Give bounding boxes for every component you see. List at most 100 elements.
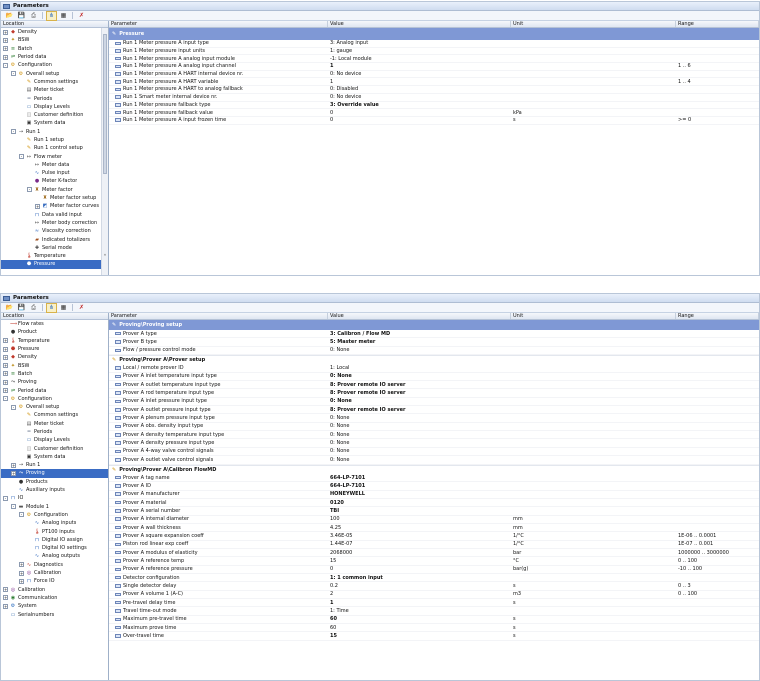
parameter-row[interactable]: Prover A inlet temperature input type 0: … bbox=[109, 373, 759, 382]
tree-item[interactable]: ● Meter K-factor bbox=[1, 177, 108, 185]
expand-icon[interactable]: + bbox=[3, 379, 8, 385]
tree-item[interactable]: ▭ Serialnumbers bbox=[1, 610, 108, 618]
tree-item[interactable]: ∿ Pulse input bbox=[1, 169, 108, 177]
parameter-value[interactable]: 0: No device bbox=[328, 94, 511, 100]
col-parameter[interactable]: Parameter bbox=[109, 313, 328, 319]
parameter-value[interactable]: 3.46E-05 bbox=[328, 533, 511, 539]
tree-item[interactable]: + ⇌ Period data bbox=[1, 53, 108, 61]
parameter-value[interactable]: 664-LP-7101 bbox=[328, 475, 511, 481]
print-button[interactable]: ⎙ bbox=[28, 303, 39, 313]
tree-item[interactable]: ♜ Meter factor setup bbox=[1, 194, 108, 202]
tree-item[interactable]: - ⚙ Configuration bbox=[1, 61, 108, 69]
tree-button[interactable]: ⋔ bbox=[46, 10, 57, 21]
parameter-value[interactable]: 0: None bbox=[328, 448, 511, 454]
tree-item[interactable]: ✎ Common settings bbox=[1, 78, 108, 86]
expand-icon[interactable]: + bbox=[3, 29, 8, 35]
parameter-value[interactable]: 4.25 bbox=[328, 525, 511, 531]
parameter-value[interactable]: TBI bbox=[328, 508, 511, 514]
tree-item[interactable]: - ♜ Meter factor bbox=[1, 186, 108, 194]
tree-item[interactable]: - ⚙ Overall setup bbox=[1, 403, 108, 411]
parameter-row[interactable]: Prover A type 3: Calibron / Flow MD bbox=[109, 330, 759, 339]
parameter-row[interactable]: Run 1 Meter pressure A HART variable 1 1 .… bbox=[109, 78, 759, 87]
parameter-row[interactable]: Run 1 Smart meter internal device nr. 0: … bbox=[109, 94, 759, 102]
tree-item[interactable]: ≈ Viscosity correction bbox=[1, 227, 108, 235]
parameter-value[interactable]: 15 bbox=[328, 558, 511, 564]
parameter-value[interactable]: 1 bbox=[328, 79, 511, 85]
filter-button[interactable]: ✗ bbox=[76, 11, 87, 21]
col-value[interactable]: Value bbox=[328, 21, 511, 27]
parameter-row[interactable]: Prover A ID 664-LP-7101 bbox=[109, 482, 759, 491]
print-button[interactable]: ⎙ bbox=[28, 11, 39, 21]
expand-icon[interactable]: + bbox=[19, 562, 24, 568]
tree-item[interactable]: + ◎ Calibration bbox=[1, 569, 108, 577]
tree-item[interactable]: ▭ Display Levels bbox=[1, 103, 108, 111]
tree-item[interactable]: ▣ System data bbox=[1, 119, 108, 127]
parameter-value[interactable]: 100 bbox=[328, 516, 511, 522]
tree-item[interactable]: ◫ Customer definition bbox=[1, 444, 108, 452]
grid-button[interactable]: ▦ bbox=[58, 303, 69, 313]
tree-item[interactable]: + ⇌ Period data bbox=[1, 386, 108, 394]
tree-item[interactable]: + ◎ Calibration bbox=[1, 586, 108, 594]
tree-item[interactable]: ◫ Customer definition bbox=[1, 111, 108, 119]
parameter-row[interactable]: Run 1 Meter pressure A analog input chan… bbox=[109, 63, 759, 71]
scroll-down-icon[interactable]: « bbox=[102, 252, 108, 257]
tree-item[interactable]: ✎ Run 1 control setup bbox=[1, 144, 108, 152]
parameter-value[interactable]: 0 bbox=[328, 110, 511, 116]
col-parameter[interactable]: Parameter bbox=[109, 21, 328, 27]
grid-section-header[interactable]: ✎ Pressure bbox=[109, 28, 759, 40]
tree-item[interactable]: ↦ Meter body correction bbox=[1, 219, 108, 227]
save-button[interactable]: 💾 bbox=[16, 11, 27, 21]
parameter-row[interactable]: Prover A outlet temperature input type 8:… bbox=[109, 381, 759, 390]
parameter-row[interactable]: Run 1 Meter pressure fallback type 3: Ove… bbox=[109, 102, 759, 110]
tree-item[interactable]: - ▬ Module 1 bbox=[1, 503, 108, 511]
parameter-row[interactable]: Local / remote prover ID 1: Local bbox=[109, 364, 759, 373]
tree-item[interactable]: + ⬣ Pressure bbox=[1, 345, 108, 353]
grid-button[interactable]: ▦ bbox=[58, 11, 69, 21]
tree-item[interactable]: + ✦ BSW bbox=[1, 36, 108, 44]
expand-icon[interactable]: + bbox=[3, 54, 8, 60]
collapse-icon[interactable]: - bbox=[11, 71, 16, 77]
parameter-row[interactable]: Travel time-out mode 1: Time bbox=[109, 607, 759, 616]
parameter-value[interactable]: -1: Local module bbox=[328, 56, 511, 62]
tree-item[interactable]: ∿ Analog outputs bbox=[1, 552, 108, 560]
parameter-value[interactable]: 8: Prover remote IO server bbox=[328, 407, 511, 413]
parameter-value[interactable]: 664-LP-7101 bbox=[328, 483, 511, 489]
expand-icon[interactable]: + bbox=[3, 603, 8, 609]
parameter-row[interactable]: Flow / pressure control mode 0: None bbox=[109, 347, 759, 356]
parameter-row[interactable]: Prover A internal diameter 100 mm bbox=[109, 516, 759, 524]
folder-open-button[interactable]: 📂 bbox=[4, 11, 15, 21]
parameter-row[interactable]: Prover A reference temp 15 °C 0 .. 100 bbox=[109, 557, 759, 566]
tree-item[interactable]: + 🌡 Temperature bbox=[1, 337, 108, 345]
parameter-row[interactable]: Prover A inlet pressure input type 0: Non… bbox=[109, 398, 759, 407]
parameter-value[interactable]: 0: None bbox=[328, 415, 511, 421]
tree-item[interactable]: - ⊓ IO bbox=[1, 494, 108, 502]
parameter-row[interactable]: Single detector delay 0.2 s 0 .. 3 bbox=[109, 582, 759, 591]
collapse-icon[interactable]: - bbox=[27, 187, 32, 193]
parameter-value[interactable]: 0: None bbox=[328, 432, 511, 438]
parameter-row[interactable]: Prover A density pressure input type 0: N… bbox=[109, 439, 759, 448]
parameter-value[interactable]: 0 bbox=[328, 117, 511, 123]
parameter-value[interactable]: 60 bbox=[328, 625, 511, 631]
tree-item[interactable]: + ◩ Meter factor curves bbox=[1, 202, 108, 210]
parameter-value[interactable]: 1: Time bbox=[328, 608, 511, 614]
parameter-value[interactable]: 2 bbox=[328, 591, 511, 597]
parameter-value[interactable]: 0: None bbox=[328, 347, 511, 353]
tree-item[interactable]: + → Run 1 bbox=[1, 461, 108, 469]
expand-icon[interactable]: + bbox=[35, 203, 40, 209]
tree-item[interactable]: + ⊓ Force IO bbox=[1, 577, 108, 585]
parameter-row[interactable]: Over-travel time 15 s bbox=[109, 632, 759, 641]
tree-item[interactable]: + ◉ Communication bbox=[1, 594, 108, 602]
parameter-row[interactable]: Maximum pre-travel time 60 s bbox=[109, 616, 759, 625]
parameter-row[interactable]: Prover A rod temperature input type 8: Pr… bbox=[109, 389, 759, 398]
parameter-row[interactable]: Run 1 Meter pressure input units 1: gauge bbox=[109, 48, 759, 56]
tree-item[interactable]: - ⚙ Overall setup bbox=[1, 69, 108, 77]
collapse-icon[interactable]: - bbox=[11, 129, 16, 135]
collapse-icon[interactable]: - bbox=[3, 495, 8, 501]
collapse-icon[interactable]: - bbox=[19, 154, 24, 160]
parameter-row[interactable]: Run 1 Meter pressure A HART to analog fa… bbox=[109, 86, 759, 94]
parameter-value[interactable]: 8: Prover remote IO server bbox=[328, 382, 511, 388]
expand-icon[interactable]: + bbox=[11, 462, 16, 468]
tree-scrollbar[interactable]: « bbox=[101, 28, 108, 275]
parameter-value[interactable]: HONEYWELL bbox=[328, 491, 511, 497]
tree-item[interactable]: ▣ System data bbox=[1, 453, 108, 461]
